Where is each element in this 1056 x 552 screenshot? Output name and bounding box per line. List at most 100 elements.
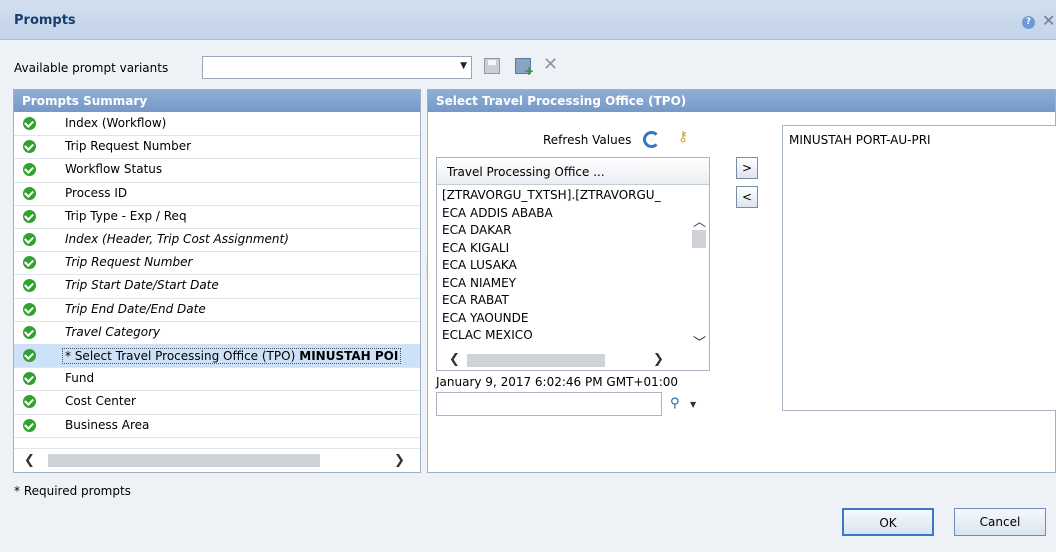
refresh-values-label[interactable]: Refresh Values [543, 133, 631, 147]
list-item[interactable]: [ZTRAVORGU_TXTSH].[ZTRAVORGU_ [442, 187, 692, 205]
help-icon[interactable]: ? [1022, 16, 1035, 29]
prompt-row[interactable]: Trip End Date/End Date [14, 298, 420, 322]
prompt-label: Business Area [65, 418, 149, 432]
scroll-thumb[interactable] [48, 454, 320, 467]
prompts-summary-header: Prompts Summary [14, 90, 420, 112]
chevron-down-icon[interactable]: ▼ [690, 400, 696, 409]
save-icon[interactable] [484, 58, 500, 74]
check-icon [23, 349, 36, 362]
scroll-up-icon[interactable]: ︿ [693, 211, 706, 230]
prompt-label: Trip Request Number [65, 255, 192, 269]
prompt-label-text: Fund [65, 371, 95, 386]
prompt-label: Travel Category [65, 325, 160, 339]
prompt-row[interactable]: Index (Workflow) [14, 112, 420, 137]
column-header[interactable]: Travel Processing Office ... [437, 158, 709, 185]
remove-value-button[interactable]: < [736, 186, 758, 208]
values-horizontal-scrollbar[interactable]: ❮ ❯ [437, 351, 709, 370]
add-value-button[interactable]: > [736, 157, 758, 179]
list-item[interactable]: ECLAC MEXICO [442, 327, 692, 345]
prompt-variant-select[interactable]: ▼ [202, 56, 472, 79]
summary-horizontal-scrollbar[interactable]: ❮ ❯ [14, 448, 420, 472]
values-vertical-scrollbar[interactable]: ︿ ﹀ [690, 204, 708, 351]
prompt-row[interactable]: Trip Request Number [14, 251, 420, 276]
scroll-right-icon[interactable]: ❯ [394, 453, 405, 468]
prompt-label: Trip Start Date/Start Date [65, 278, 219, 292]
prompts-summary-panel: Prompts Summary Index (Workflow) Trip Req… [13, 89, 421, 473]
list-item[interactable]: ECA ADDIS ABABA [442, 205, 692, 223]
prompt-label-text: Index (Header, Trip Cost Assignment) [65, 232, 289, 246]
prompt-label-text: Workflow Status [65, 162, 163, 177]
check-icon [23, 395, 36, 409]
search-input[interactable] [436, 392, 662, 416]
prompt-label: Fund [65, 371, 94, 385]
selected-values-list: MINUSTAH PORT-AU-PRI [782, 125, 1056, 411]
refresh-timestamp: January 9, 2017 6:02:46 PM GMT+01:00 [436, 375, 679, 389]
check-icon [23, 117, 36, 130]
prompt-row[interactable]: Process ID [14, 182, 420, 206]
prompt-row[interactable]: Travel Category [14, 321, 420, 345]
refresh-icon[interactable] [643, 131, 660, 148]
prompt-label-text: Index (Workflow) [65, 116, 167, 130]
save-as-icon[interactable] [515, 58, 534, 78]
binoculars-icon[interactable]: ⚲ [670, 396, 680, 411]
list-item[interactable]: ECA DAKAR [442, 222, 692, 240]
dialog-titlebar: Prompts ? ✕ [0, 0, 1056, 40]
prompt-label-text: Trip Request Number [65, 255, 193, 270]
prompt-label-text: * Select Travel Processing Office (TPO) [65, 349, 296, 363]
required-prompts-note: * Required prompts [14, 484, 131, 498]
prompt-row[interactable]: * Select Travel Processing Office (TPO) M… [14, 344, 420, 369]
check-icon [23, 140, 36, 154]
prompt-label: Cost Center [65, 394, 136, 408]
prompt-label-text: Cost Center [65, 394, 136, 409]
scroll-right-icon[interactable]: ❯ [653, 352, 664, 367]
prompt-row[interactable]: Business Area [14, 414, 420, 438]
list-item[interactable]: ECA YAOUNDE [442, 310, 692, 328]
key-icon[interactable]: ⚷ [678, 129, 688, 145]
scroll-left-icon[interactable]: ❮ [24, 453, 35, 468]
prompt-row[interactable]: Trip Type - Exp / Req [14, 205, 420, 229]
prompt-row[interactable]: Index (Header, Trip Cost Assignment) [14, 228, 420, 253]
prompt-row[interactable]: Workflow Status [14, 158, 420, 183]
tpo-detail-header: Select Travel Processing Office (TPO) [428, 90, 1055, 112]
prompt-row[interactable]: Cost Center [14, 390, 420, 415]
values-list: Travel Processing Office ... [ZTRAVORGU_… [436, 157, 710, 371]
list-item[interactable]: ECA NIAMEY [442, 275, 692, 293]
prompt-label-text: Business Area [65, 417, 150, 432]
list-item[interactable]: ECA RABAT [442, 292, 692, 310]
prompt-label-text: Trip Request Number [65, 139, 192, 154]
check-icon [23, 279, 36, 293]
prompt-label: Trip End Date/End Date [65, 302, 206, 316]
prompt-label-text: Trip Start Date/Start Date [65, 278, 219, 293]
check-icon [23, 163, 36, 177]
prompt-row[interactable]: Fund [14, 367, 420, 392]
dialog-title: Prompts [14, 13, 76, 28]
scroll-down-icon[interactable]: ﹀ [693, 332, 706, 351]
list-item[interactable]: ECA LUSAKA [442, 257, 692, 275]
variants-label: Available prompt variants [14, 61, 169, 75]
prompt-label: Index (Workflow) [65, 116, 166, 130]
prompt-row[interactable]: Trip Start Date/Start Date [14, 274, 420, 299]
prompt-label-text: Travel Category [65, 324, 161, 339]
prompt-label: Index (Header, Trip Cost Assignment) [65, 232, 289, 246]
scroll-left-icon[interactable]: ❮ [449, 352, 460, 367]
close-icon[interactable]: ✕ [1042, 11, 1055, 30]
scroll-thumb[interactable] [467, 354, 605, 367]
check-icon [23, 325, 36, 339]
check-icon [23, 256, 36, 270]
prompt-label: * Select Travel Processing Office (TPO) M… [62, 348, 402, 364]
delete-icon[interactable]: ✕ [543, 54, 558, 75]
prompt-label: Workflow Status [65, 162, 162, 176]
check-icon [23, 372, 36, 386]
check-icon [23, 209, 36, 223]
scroll-thumb[interactable] [692, 230, 706, 248]
cancel-button[interactable]: Cancel [954, 508, 1046, 536]
tpo-detail-panel: Select Travel Processing Office (TPO) Re… [427, 89, 1056, 473]
selected-value[interactable]: MINUSTAH PORT-AU-PRI [789, 133, 931, 147]
prompt-label: Trip Type - Exp / Req [65, 209, 187, 223]
prompt-value: MINUSTAH POI [299, 349, 399, 363]
prompt-label: Trip Request Number [65, 139, 191, 153]
list-item[interactable]: ECA KIGALI [442, 240, 692, 258]
check-icon [23, 302, 36, 316]
prompt-row[interactable]: Trip Request Number [14, 135, 420, 160]
ok-button[interactable]: OK [842, 508, 934, 536]
